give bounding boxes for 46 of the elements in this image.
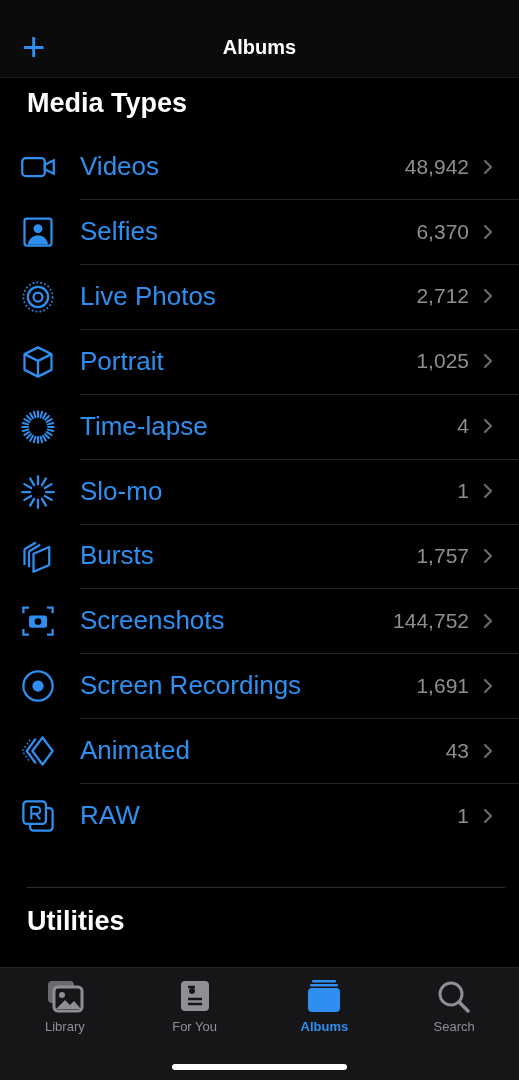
album-name[interactable]: Bursts [80,540,417,572]
album-name[interactable]: Screen Recordings [80,670,417,702]
item-count: 1,025 [416,349,469,374]
chevron-icon [483,547,493,564]
item-count: 1,757 [416,543,469,568]
album-name[interactable]: Animated [80,735,446,767]
tab[interactable]: Search [389,978,519,1035]
item-count: 4 [457,414,469,439]
cube-icon [20,343,56,380]
section-title: Utilities [26,905,126,939]
album-name[interactable]: Selfies [80,216,417,248]
chevron-icon [483,418,493,435]
item-count: 48,942 [404,154,469,179]
album-name[interactable]: Live Photos [80,280,417,312]
item-count: 6,370 [416,219,469,244]
album-name[interactable]: Screenshots [80,605,394,637]
chevron-icon [483,158,493,175]
raw-file-icon [20,797,56,834]
album-name[interactable]: Slo-mo [80,475,458,507]
item-count: 43 [445,738,469,763]
album-name[interactable]: RAW [80,800,458,832]
item-count: 1 [457,479,469,504]
album-name[interactable]: Portrait [80,345,417,377]
chevron-icon [483,807,493,824]
item-count: 144,752 [393,608,469,633]
album-name[interactable]: Time-lapse [80,410,458,442]
section-title: Media Types [26,86,189,120]
sparkle-rays-icon [20,473,56,510]
record-button-icon [20,668,56,705]
chevron-icon [483,288,493,305]
screen-title: Albums [222,35,297,59]
chevron-icon [483,612,493,629]
tab[interactable]: Library [0,978,130,1035]
chevron-icon [483,677,493,694]
chevron-icon [483,483,493,500]
tab[interactable]: For You [129,978,260,1035]
album-name[interactable]: Videos [80,151,405,183]
add-button[interactable]: + [22,27,46,68]
item-count: 1 [457,803,469,828]
chevron-icon [483,223,493,240]
tab[interactable]: Albums [259,978,390,1035]
item-count: 1,691 [416,673,469,698]
item-count: 2,712 [416,284,469,309]
chevron-icon [483,353,493,370]
dashed-ring-icon [20,408,56,445]
chevron-icon [483,742,493,759]
